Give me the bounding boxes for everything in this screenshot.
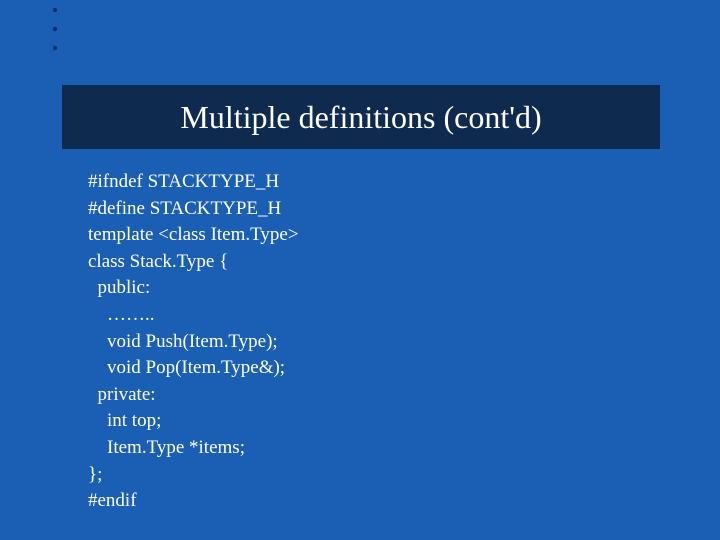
code-line: };	[88, 462, 299, 489]
code-line: void Push(Item.Type);	[88, 329, 299, 356]
code-line: void Pop(Item.Type&);	[88, 355, 299, 382]
bullet-icon	[53, 27, 57, 31]
code-line: class Stack.Type {	[88, 249, 299, 276]
code-line: public:	[88, 275, 299, 302]
code-line: #define STACKTYPE_H	[88, 196, 299, 223]
slide-title: Multiple definitions (cont'd)	[180, 99, 541, 136]
code-line: int top;	[88, 408, 299, 435]
code-line: template <class Item.Type>	[88, 222, 299, 249]
code-block: #ifndef STACKTYPE_H #define STACKTYPE_H …	[88, 169, 299, 515]
code-line: #endif	[88, 488, 299, 515]
code-line: ……..	[88, 302, 299, 329]
code-line: Item.Type *items;	[88, 435, 299, 462]
code-line: #ifndef STACKTYPE_H	[88, 169, 299, 196]
title-bar: Multiple definitions (cont'd)	[62, 85, 660, 149]
code-line: private:	[88, 382, 299, 409]
decorative-bullets	[53, 8, 57, 65]
bullet-icon	[53, 46, 57, 50]
bullet-icon	[53, 8, 57, 12]
